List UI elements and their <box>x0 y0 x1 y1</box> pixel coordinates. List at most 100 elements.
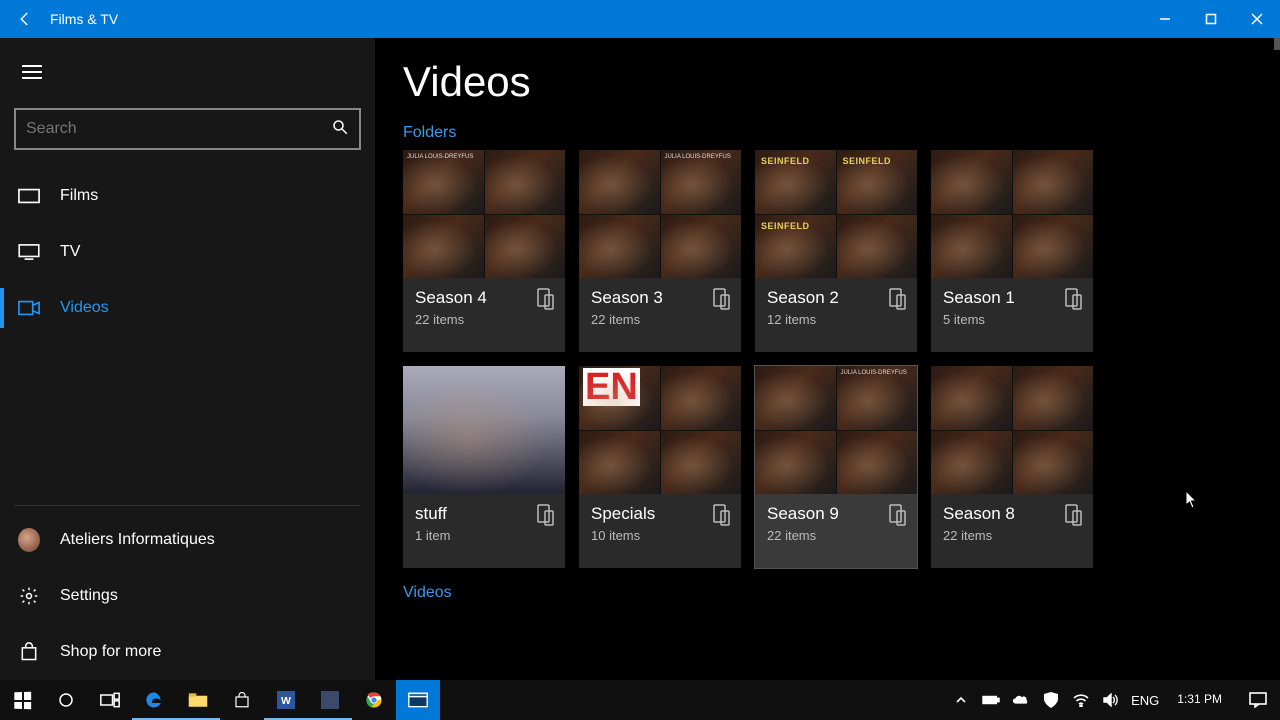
folder-name: Season 3 <box>591 288 729 308</box>
folder-count: 10 items <box>591 528 729 543</box>
avatar <box>18 529 40 551</box>
start-button[interactable] <box>0 680 44 720</box>
titlebar: Films & TV <box>0 0 1280 38</box>
folder-thumbnail <box>579 366 741 494</box>
folder-count: 22 items <box>767 528 905 543</box>
taskbar-app1[interactable] <box>308 680 352 720</box>
window-controls <box>1142 0 1280 38</box>
tray-chevron-icon[interactable] <box>951 694 971 706</box>
folder-meta: stuff 1 item <box>403 494 565 568</box>
folder-name: Season 9 <box>767 504 905 524</box>
tv-icon <box>18 244 40 260</box>
folder-card[interactable]: Season 8 22 items <box>931 366 1093 568</box>
folder-card[interactable]: stuff 1 item <box>403 366 565 568</box>
videos-section-label[interactable]: Videos <box>403 584 1252 602</box>
folder-card[interactable]: Season 2 12 items <box>755 150 917 352</box>
shop-icon <box>18 641 40 663</box>
app-title: Films & TV <box>50 11 1142 27</box>
app-body: Films TV Videos Ateliers Informatiques S… <box>0 38 1280 680</box>
folder-grid: Season 4 22 items Season 3 22 items Season 2… <box>403 150 1252 568</box>
device-icon <box>713 504 731 526</box>
device-icon <box>889 504 907 526</box>
search-box[interactable] <box>14 108 361 150</box>
minimize-button[interactable] <box>1142 0 1188 38</box>
folder-count: 22 items <box>943 528 1081 543</box>
sidebar-divider <box>14 505 361 506</box>
settings-item[interactable]: Settings <box>0 568 375 624</box>
folder-card[interactable]: Season 1 5 items <box>931 150 1093 352</box>
tray-defender-icon[interactable] <box>1041 692 1061 708</box>
system-tray: ENG 1:31 PM <box>945 692 1236 708</box>
taskbar-store[interactable] <box>220 680 264 720</box>
maximize-button[interactable] <box>1188 0 1234 38</box>
device-icon <box>1065 504 1083 526</box>
taskbar-word[interactable]: W <box>264 680 308 720</box>
tray-language[interactable]: ENG <box>1131 693 1159 708</box>
cortana-button[interactable] <box>44 680 88 720</box>
nav-tv[interactable]: TV <box>0 224 375 280</box>
back-button[interactable] <box>0 0 50 38</box>
folder-name: Specials <box>591 504 729 524</box>
tray-clock[interactable]: 1:31 PM <box>1169 693 1230 706</box>
folder-name: Season 4 <box>415 288 553 308</box>
folder-card[interactable]: Season 9 22 items <box>755 366 917 568</box>
taskbar-filmstv[interactable] <box>396 680 440 720</box>
scrollbar[interactable] <box>1274 38 1280 50</box>
page-title: Videos <box>403 58 1252 106</box>
folder-count: 22 items <box>415 312 553 327</box>
folder-name: Season 8 <box>943 504 1081 524</box>
taskbar: W ENG 1:31 PM <box>0 680 1280 720</box>
taskbar-chrome[interactable] <box>352 680 396 720</box>
action-center-button[interactable] <box>1236 680 1280 720</box>
search-input[interactable] <box>26 120 331 138</box>
folder-card[interactable]: Season 3 22 items <box>579 150 741 352</box>
tray-wifi-icon[interactable] <box>1071 693 1091 707</box>
videos-icon <box>18 300 40 316</box>
taskview-button[interactable] <box>88 680 132 720</box>
tray-volume-icon[interactable] <box>1101 693 1121 707</box>
nav-videos[interactable]: Videos <box>0 280 375 336</box>
folder-count: 5 items <box>943 312 1081 327</box>
folder-meta: Season 3 22 items <box>579 278 741 352</box>
folder-card[interactable]: Specials 10 items <box>579 366 741 568</box>
shop-item[interactable]: Shop for more <box>0 624 375 680</box>
taskbar-left: W <box>0 680 440 720</box>
svg-text:W: W <box>281 695 291 707</box>
folder-meta: Season 8 22 items <box>931 494 1093 568</box>
content-area: Videos Folders Season 4 22 items Season 3 2… <box>375 38 1280 680</box>
folder-meta: Specials 10 items <box>579 494 741 568</box>
folder-name: Season 2 <box>767 288 905 308</box>
tray-onedrive-icon[interactable] <box>1011 694 1031 706</box>
folder-name: Season 1 <box>943 288 1081 308</box>
taskbar-explorer[interactable] <box>176 680 220 720</box>
folder-thumbnail <box>403 366 565 494</box>
folder-card[interactable]: Season 4 22 items <box>403 150 565 352</box>
device-icon <box>537 288 555 310</box>
hamburger-button[interactable] <box>12 52 52 92</box>
tray-battery-icon[interactable] <box>981 694 1001 706</box>
tray-time: 1:31 PM <box>1177 693 1222 706</box>
nav-label: TV <box>60 243 80 261</box>
folder-meta: Season 9 22 items <box>755 494 917 568</box>
folder-count: 1 item <box>415 528 553 543</box>
folder-meta: Season 2 12 items <box>755 278 917 352</box>
device-icon <box>1065 288 1083 310</box>
settings-label: Settings <box>60 587 118 605</box>
films-icon <box>18 188 40 204</box>
nav-films[interactable]: Films <box>0 168 375 224</box>
nav-label: Films <box>60 187 98 205</box>
folder-thumbnail <box>403 150 565 278</box>
device-icon <box>889 288 907 310</box>
folder-count: 22 items <box>591 312 729 327</box>
taskbar-edge[interactable] <box>132 680 176 720</box>
folders-section-label[interactable]: Folders <box>403 124 1252 142</box>
folder-thumbnail <box>755 150 917 278</box>
close-button[interactable] <box>1234 0 1280 38</box>
search-icon[interactable] <box>331 118 349 141</box>
shop-label: Shop for more <box>60 643 161 661</box>
folder-count: 12 items <box>767 312 905 327</box>
sidebar: Films TV Videos Ateliers Informatiques S… <box>0 38 375 680</box>
folder-name: stuff <box>415 504 553 524</box>
user-account[interactable]: Ateliers Informatiques <box>0 512 375 568</box>
user-label: Ateliers Informatiques <box>60 531 215 549</box>
